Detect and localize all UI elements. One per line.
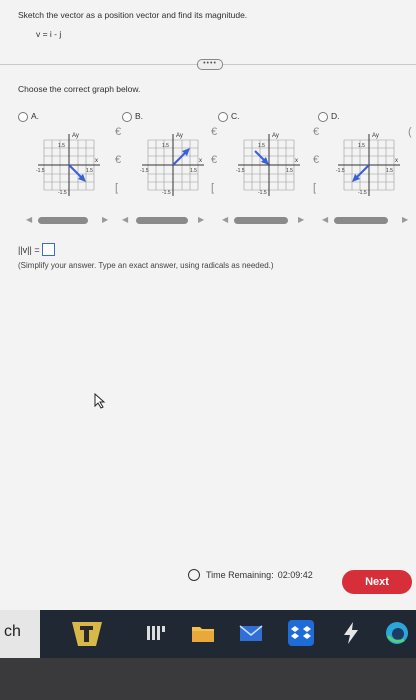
bracket-right-edge: ( [408, 126, 412, 138]
edge-browser-icon[interactable] [384, 620, 410, 646]
file-explorer-icon[interactable] [190, 620, 216, 646]
graph-a-bottom-tick: -1.5 [58, 190, 67, 196]
lightning-app-icon[interactable] [338, 620, 364, 646]
answer-row: ||v|| = [18, 243, 55, 256]
time-remaining-label: Time Remaining: [206, 570, 274, 580]
bracket-left-c3: [ [313, 182, 317, 194]
task-view-icon[interactable] [143, 620, 169, 646]
option-b-scrollbar[interactable]: ◀ ▶ [122, 215, 204, 225]
taskbar-search[interactable]: ch [0, 610, 40, 658]
graph-d-bottom-tick: -1.5 [358, 190, 367, 196]
taskbar: ch [0, 610, 416, 658]
graph-a-x-label: x [95, 158, 98, 164]
option-b[interactable]: B. Ay x 1.5 1.5 -1.5 -1.5 [122, 111, 222, 212]
scroll-right-arrow-icon[interactable]: ▶ [102, 215, 108, 224]
option-c-graph[interactable]: Ay x 1.5 1.5 -1.5 -1.5 [234, 130, 304, 200]
expand-handle[interactable]: •••• [197, 59, 223, 70]
scroll-thumb[interactable] [334, 217, 388, 224]
option-d-scrollbar[interactable]: ◀ ▶ [322, 215, 408, 225]
option-a[interactable]: A. Ay x 1.5 1.5 -1.5 -1.5 [18, 111, 118, 212]
magnitude-input[interactable] [41, 243, 55, 256]
graph-d-y-label: Ay [372, 133, 379, 139]
option-c-scrollbar[interactable]: ◀ ▶ [222, 215, 304, 225]
graph-b-bottom-tick: -1.5 [162, 190, 171, 196]
scroll-left-arrow-icon[interactable]: ◀ [222, 215, 228, 224]
graph-b-left-tick: -1.5 [140, 168, 149, 174]
bracket-left-a: € [115, 126, 122, 138]
graph-b-y-label: Ay [176, 133, 183, 139]
graph-d-left-tick: -1.5 [336, 168, 345, 174]
graph-d-top-tick: 1.5 [358, 143, 365, 149]
scroll-right-arrow-icon[interactable]: ▶ [298, 215, 304, 224]
graph-c-bottom-tick: -1.5 [258, 190, 267, 196]
mouse-cursor-icon [94, 393, 106, 409]
scroll-right-arrow-icon[interactable]: ▶ [198, 215, 204, 224]
graph-b-x-label: x [199, 158, 202, 164]
graph-a-right-tick: 1.5 [86, 168, 93, 174]
time-remaining: Time Remaining: 02:09:42 [188, 569, 313, 581]
option-c[interactable]: C. Ay x 1.5 1.5 -1.5 -1.5 [218, 111, 318, 212]
graph-b-right-tick: 1.5 [190, 168, 197, 174]
graph-c-right-tick: 1.5 [286, 168, 293, 174]
graph-c-y-label: Ay [272, 133, 279, 139]
option-a-scrollbar[interactable]: ◀ ▶ [26, 215, 108, 225]
scroll-left-arrow-icon[interactable]: ◀ [26, 215, 32, 224]
magnitude-label: ||v|| = [18, 244, 40, 255]
dropbox-icon[interactable] [288, 620, 314, 646]
option-d-graph[interactable]: Ay x 1.5 1.5 -1.5 -1.5 [334, 130, 404, 200]
time-remaining-value: 02:09:42 [277, 570, 313, 580]
scroll-right-arrow-icon[interactable]: ▶ [402, 215, 408, 224]
clock-icon [188, 569, 200, 581]
graph-c-left-tick: -1.5 [236, 168, 245, 174]
graph-d-x-label: x [395, 158, 398, 164]
bracket-left-b2: € [211, 154, 218, 166]
option-d-label: D. [331, 111, 340, 121]
scroll-thumb[interactable] [38, 217, 88, 224]
graph-a-y-label: Ay [72, 133, 79, 139]
graph-c-top-tick: 1.5 [258, 143, 265, 149]
option-a-label: A. [31, 111, 40, 121]
bracket-left-a3: [ [115, 182, 119, 194]
graph-b-top-tick: 1.5 [162, 143, 169, 149]
graph-a-left-tick: -1.5 [36, 168, 45, 174]
scroll-left-arrow-icon[interactable]: ◀ [322, 215, 328, 224]
monitor-bezel [0, 658, 416, 700]
option-c-radio[interactable] [218, 112, 228, 122]
option-b-label: B. [135, 111, 144, 121]
option-d[interactable]: D. Ay x 1.5 1.5 -1.5 -1.5 [318, 111, 416, 212]
question-screen: Sketch the vector as a position vector a… [0, 0, 416, 610]
graph-c-x-label: x [295, 158, 298, 164]
option-b-graph[interactable]: Ay x 1.5 1.5 -1.5 -1.5 [138, 130, 208, 200]
next-button[interactable]: Next [342, 570, 412, 594]
graph-a-top-tick: 1.5 [58, 143, 65, 149]
choose-instruction: Choose the correct graph below. [18, 84, 141, 94]
bracket-left-b3: [ [211, 182, 215, 194]
mail-icon[interactable] [238, 620, 264, 646]
app-logo-icon[interactable] [70, 618, 104, 650]
answer-hint: (Simplify your answer. Type an exact ans… [18, 261, 274, 270]
option-b-radio[interactable] [122, 112, 132, 122]
bracket-left-b: € [211, 126, 218, 138]
bracket-left-a2: € [115, 154, 122, 166]
scroll-thumb[interactable] [234, 217, 288, 224]
vector-equation: v = i - j [36, 29, 62, 39]
option-a-graph[interactable]: Ay x 1.5 1.5 -1.5 -1.5 [34, 130, 104, 200]
option-c-label: C. [231, 111, 240, 121]
question-prompt: Sketch the vector as a position vector a… [18, 10, 248, 20]
scroll-left-arrow-icon[interactable]: ◀ [122, 215, 128, 224]
graph-d-right-tick: 1.5 [386, 168, 393, 174]
option-a-radio[interactable] [18, 112, 28, 122]
option-d-radio[interactable] [318, 112, 328, 122]
scroll-thumb[interactable] [136, 217, 188, 224]
